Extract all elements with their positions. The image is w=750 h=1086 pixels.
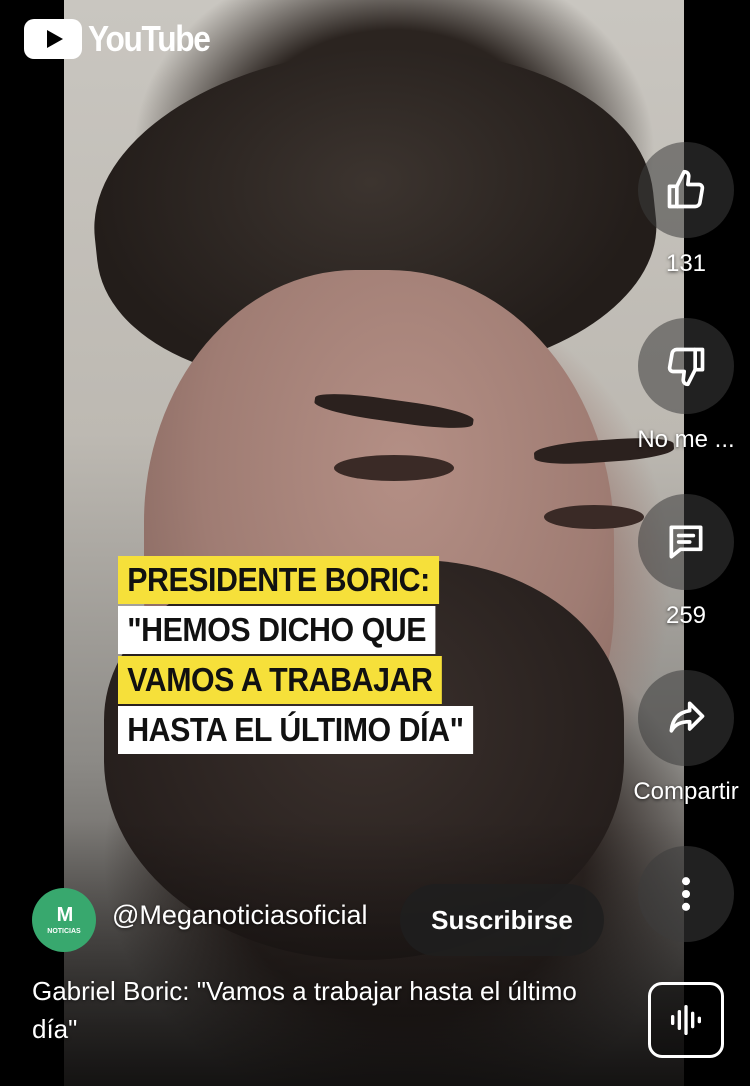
- youtube-play-icon: [24, 19, 82, 59]
- more-button[interactable]: [638, 846, 734, 942]
- caption-line-1: PRESIDENTE BORIC:: [118, 556, 439, 604]
- comment-count: 259: [665, 602, 707, 629]
- shorts-player: YouTube PRESIDENTE BORIC: "HEMOS DICHO Q…: [0, 0, 750, 1086]
- share-label: Compartir: [633, 778, 739, 805]
- youtube-wordmark: YouTube: [88, 18, 211, 59]
- like-action[interactable]: 131: [638, 142, 734, 278]
- sound-button[interactable]: [648, 982, 724, 1058]
- youtube-logo: YouTube: [24, 18, 226, 60]
- comments-button[interactable]: [638, 494, 734, 590]
- share-action[interactable]: Compartir: [633, 670, 739, 806]
- video-title[interactable]: Gabriel Boric: "Vamos a trabajar hasta e…: [32, 972, 592, 1048]
- audio-wave-icon: [671, 1005, 701, 1035]
- caption-line-4: HASTA EL ÚLTIMO DÍA": [118, 706, 473, 754]
- subscribe-button[interactable]: Suscribirse: [400, 884, 604, 956]
- dislike-button[interactable]: [638, 318, 734, 414]
- thumbs-down-icon: [667, 347, 705, 387]
- caption-line-3: VAMOS A TRABAJAR: [118, 656, 442, 704]
- dislike-action[interactable]: No me ...: [637, 318, 735, 454]
- like-count: 131: [665, 250, 707, 277]
- comment-icon: [669, 525, 703, 559]
- thumbs-up-icon: [667, 169, 705, 209]
- share-button[interactable]: [638, 670, 734, 766]
- avatar-logo-mark: M: [56, 904, 74, 926]
- comments-action[interactable]: 259: [638, 494, 734, 630]
- channel-name[interactable]: @Meganoticiasoficial: [112, 900, 368, 931]
- avatar-logo-subtext: NOTICIAS: [47, 928, 81, 935]
- like-button[interactable]: [638, 142, 734, 238]
- channel-avatar[interactable]: M NOTICIAS: [32, 888, 96, 952]
- caption-line-2: "HEMOS DICHO QUE: [118, 606, 436, 654]
- more-action[interactable]: [638, 846, 734, 942]
- share-icon: [669, 701, 705, 733]
- more-vertical-icon: [681, 877, 691, 911]
- dislike-label: No me ...: [637, 426, 735, 453]
